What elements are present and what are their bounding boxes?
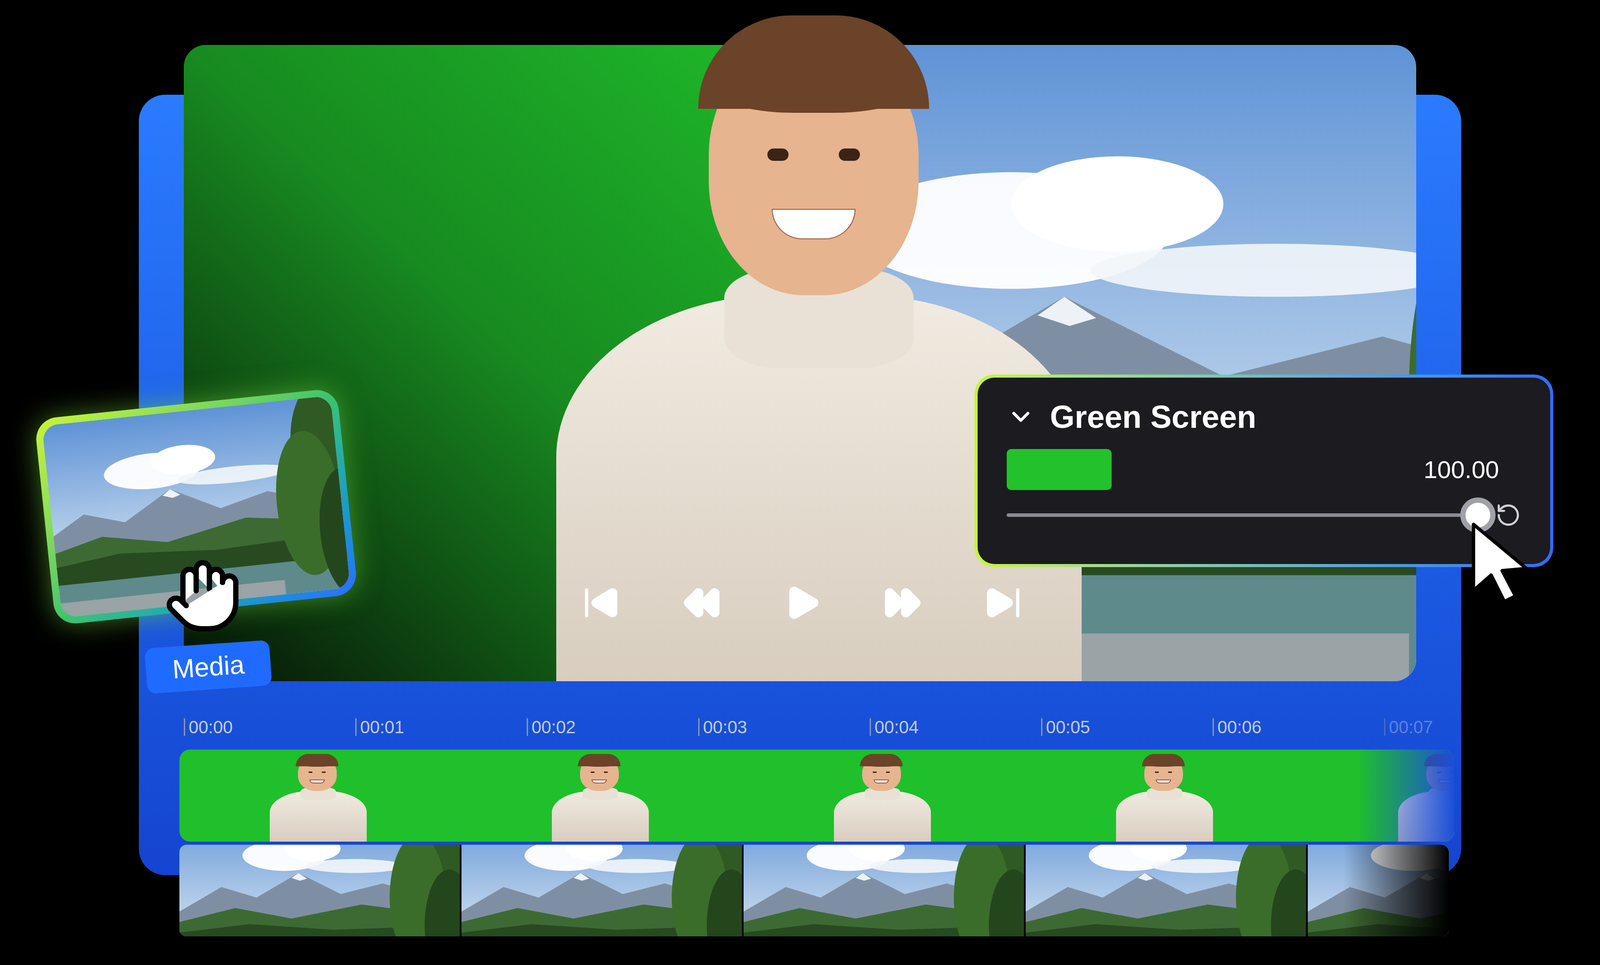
- eye-left: [308, 771, 313, 774]
- keyed-clip-track[interactable]: [179, 749, 1455, 842]
- clip-frame: [179, 749, 462, 842]
- clip-frame: [461, 844, 742, 937]
- clip-frame: [1025, 749, 1308, 842]
- smile: [1155, 779, 1172, 784]
- skip-back-icon[interactable]: [581, 582, 621, 624]
- key-color-swatch[interactable]: [1006, 449, 1112, 491]
- timeline-tick: 00:01: [355, 718, 527, 737]
- fast-forward-icon[interactable]: [883, 582, 923, 624]
- background-clip-track[interactable]: [179, 844, 1449, 937]
- media-label: Media: [144, 640, 273, 695]
- eye-right: [603, 771, 608, 774]
- eye-right: [1168, 771, 1173, 774]
- track-fade: [1357, 749, 1455, 842]
- hair-top: [1142, 754, 1185, 767]
- hair-top: [577, 754, 621, 767]
- chevron-down-icon[interactable]: [1006, 402, 1035, 432]
- clip-frame: [179, 844, 460, 937]
- smile: [591, 779, 607, 784]
- eye-right: [838, 148, 860, 162]
- key-color-row: 100.00: [1006, 449, 1522, 491]
- smile: [771, 208, 856, 240]
- eye-left: [872, 771, 877, 774]
- eye-left: [767, 148, 789, 162]
- eye-right: [321, 771, 326, 774]
- track-fade: [1343, 844, 1449, 937]
- timeline-ruler: 00:0000:0100:0200:0300:0400:0500:0600:07: [183, 718, 1556, 737]
- slider-fill: [1006, 513, 1478, 518]
- hair-top: [295, 754, 339, 767]
- timeline-tick: 00:03: [698, 718, 870, 737]
- frame-landscape: [461, 844, 742, 937]
- eye-right: [885, 771, 890, 774]
- eye-left: [590, 771, 595, 774]
- reset-icon[interactable]: [1495, 502, 1522, 529]
- green-screen-panel: Green Screen 100.00: [974, 374, 1554, 568]
- timeline-tick: 00:07: [1384, 718, 1556, 737]
- controls-overlay: [581, 582, 1023, 624]
- smile: [873, 779, 890, 784]
- frame-landscape: [1025, 844, 1307, 937]
- smile: [309, 779, 325, 784]
- timeline-tick: 00:05: [1041, 718, 1213, 737]
- panel-body: Green Screen 100.00: [977, 377, 1551, 565]
- slider-row: [1006, 502, 1522, 529]
- frame-person: [1116, 754, 1214, 842]
- clip-frame: [743, 749, 1026, 842]
- eye-left: [1154, 771, 1159, 774]
- strength-value: 100.00: [1423, 451, 1500, 489]
- rewind-icon[interactable]: [682, 582, 722, 624]
- frame-person: [551, 754, 649, 842]
- timeline-tick: 00:04: [869, 718, 1042, 737]
- slider-track[interactable]: [1006, 513, 1478, 518]
- clip-frame: [1025, 844, 1307, 937]
- frame-landscape: [179, 844, 460, 937]
- hair-top: [859, 754, 903, 767]
- cursor-arrow-icon: [1469, 520, 1536, 604]
- frame-landscape: [743, 844, 1024, 937]
- frame-person: [833, 754, 931, 842]
- skip-forward-icon[interactable]: [983, 582, 1023, 624]
- timeline-tick: 00:02: [526, 718, 699, 737]
- clip-frame: [461, 749, 744, 842]
- panel-header[interactable]: Green Screen: [1006, 397, 1522, 437]
- clip-frame: [743, 844, 1024, 937]
- page: Green Screen100.00Media00:0000:0100:0200…: [0, 0, 1600, 965]
- play-icon[interactable]: [782, 582, 822, 624]
- timeline-tick: 00:00: [183, 718, 356, 737]
- timeline-tick: 00:06: [1212, 718, 1385, 737]
- frame-person: [269, 754, 367, 842]
- presenter: [556, 15, 1082, 682]
- hair-top: [698, 15, 930, 109]
- panel-title: Green Screen: [1049, 397, 1257, 437]
- hand-cursor-icon: [163, 556, 243, 636]
- media-label-text: Media: [171, 649, 246, 685]
